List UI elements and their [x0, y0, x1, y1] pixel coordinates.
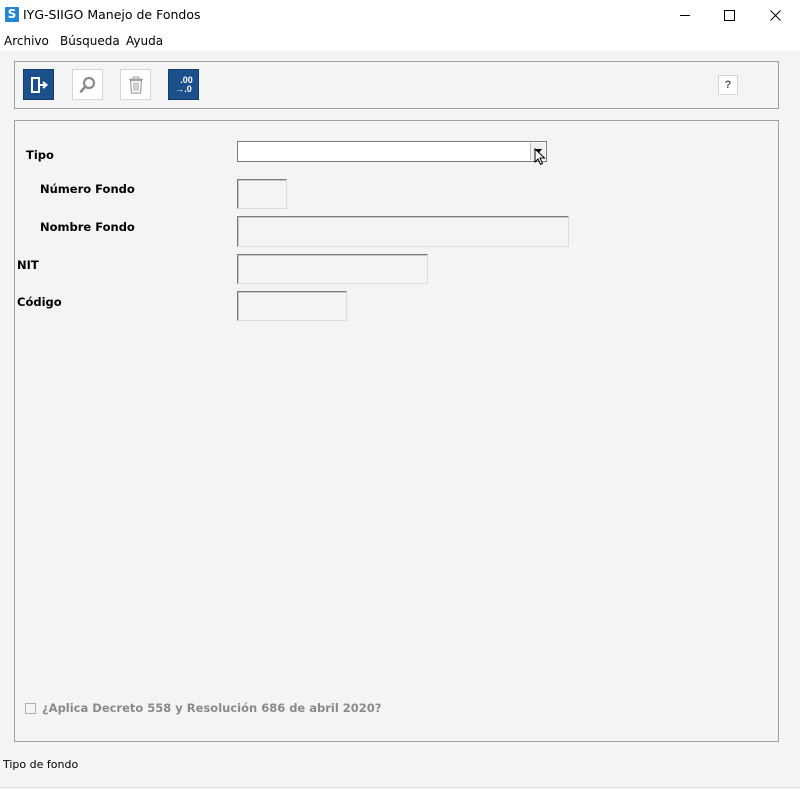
maximize-button[interactable] — [706, 0, 752, 30]
codigo-label: Código — [17, 295, 62, 309]
decimal-format-icon-bottom: →.0 — [175, 83, 192, 94]
nit-label: NIT — [17, 258, 39, 272]
exit-door-icon — [30, 76, 48, 93]
decreto-checkbox-row[interactable]: ¿Aplica Decreto 558 y Resolución 686 de … — [25, 701, 381, 715]
nombre-fondo-field[interactable] — [237, 216, 569, 247]
minimize-button[interactable] — [662, 0, 708, 30]
tipo-label: Tipo — [26, 148, 54, 162]
nit-field[interactable] — [237, 254, 428, 284]
codigo-field[interactable] — [237, 291, 347, 321]
app-window: S IYG-SIIGO Manejo de Fondos Archivo Bús… — [0, 0, 800, 789]
title-bar[interactable]: S IYG-SIIGO Manejo de Fondos — [0, 0, 800, 31]
numero-fondo-field[interactable] — [237, 179, 287, 209]
close-icon — [769, 9, 781, 21]
menu-busqueda[interactable]: Búsqueda — [60, 34, 120, 48]
decimal-format-button[interactable]: .00 →.0 — [168, 69, 199, 100]
nombre-fondo-label: Nombre Fondo — [40, 220, 135, 234]
search-button[interactable] — [72, 69, 103, 100]
window-title: IYG-SIIGO Manejo de Fondos — [23, 7, 201, 22]
numero-fondo-label: Número Fondo — [40, 182, 135, 196]
minimize-icon — [679, 14, 690, 16]
siigo-app-icon: S — [5, 7, 19, 22]
delete-button[interactable] — [120, 69, 151, 100]
help-button[interactable]: ? — [718, 75, 738, 95]
maximize-icon — [723, 9, 735, 21]
exit-button[interactable] — [23, 69, 54, 100]
client-area: .00 →.0 ? Tipo Número Fondo Nombre Fondo… — [0, 51, 800, 789]
decreto-checkbox-label: ¿Aplica Decreto 558 y Resolución 686 de … — [42, 701, 382, 715]
trash-icon — [128, 76, 143, 94]
mouse-cursor-icon — [534, 148, 546, 166]
menu-ayuda[interactable]: Ayuda — [126, 34, 163, 48]
tipo-select[interactable] — [237, 141, 547, 162]
close-button[interactable] — [752, 0, 798, 30]
status-text: Tipo de fondo — [3, 758, 79, 771]
magnifier-icon — [79, 76, 95, 93]
toolbar: .00 →.0 ? — [14, 61, 779, 109]
form-panel: Tipo Número Fondo Nombre Fondo NIT Códig… — [14, 120, 779, 742]
status-divider — [0, 787, 800, 788]
status-bar: Tipo de fondo — [0, 753, 800, 777]
menu-bar: Archivo Búsqueda Ayuda — [0, 31, 800, 51]
menu-archivo[interactable]: Archivo — [4, 34, 49, 48]
decreto-checkbox[interactable] — [25, 702, 36, 714]
